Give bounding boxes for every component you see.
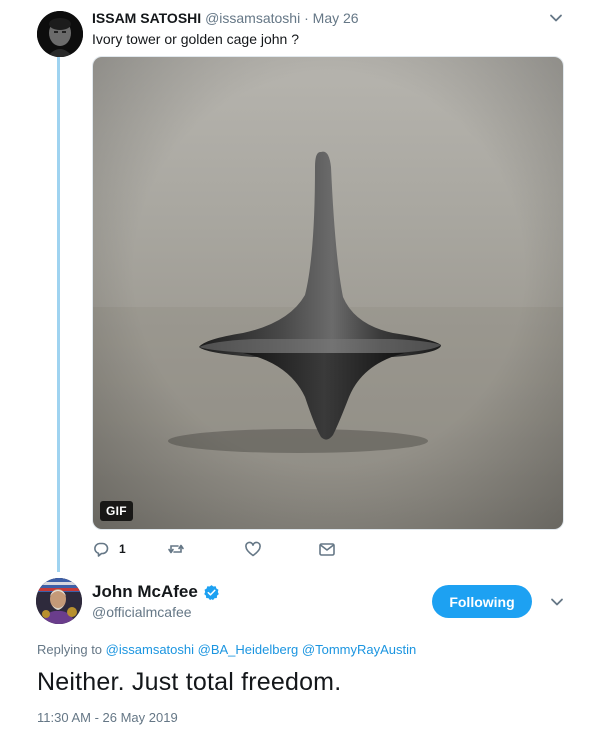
tweet-timestamp[interactable]: 11:30 AM - 26 May 2019	[37, 710, 178, 725]
header-separator: ·	[304, 10, 309, 26]
tweet-actions: 1	[92, 540, 352, 562]
mention-link[interactable]: @issamsatoshi	[106, 642, 194, 657]
replying-to: Replying to @issamsatoshi @BA_Heidelberg…	[37, 642, 416, 657]
replying-prefix: Replying to	[37, 642, 103, 657]
retweet-button[interactable]	[167, 540, 185, 558]
tweet-text: Ivory tower or golden cage john ?	[92, 31, 300, 47]
direct-message-icon	[319, 543, 335, 556]
following-button[interactable]: Following	[432, 585, 532, 618]
author-handle[interactable]: @issamsatoshi	[205, 10, 300, 26]
like-icon	[245, 541, 261, 557]
tweet-header: ISSAM SATOSHI @issamsatoshi · May 26	[92, 10, 359, 26]
spinning-top-image	[93, 57, 563, 529]
verified-badge-icon	[204, 584, 219, 600]
retweet-icon	[168, 544, 184, 554]
tweet-text: Neither. Just total freedom.	[37, 668, 342, 696]
gif-badge: GIF	[100, 501, 133, 521]
author-handle[interactable]: @officialmcafee	[92, 604, 192, 620]
author-name[interactable]: John McAfee	[92, 582, 198, 602]
thread-connector-line	[57, 57, 60, 572]
mention-link[interactable]: @TommyRayAustin	[302, 642, 416, 657]
author-name-row: John McAfee	[92, 582, 220, 602]
author-name[interactable]: ISSAM SATOSHI	[92, 10, 201, 26]
tweet-date[interactable]: May 26	[313, 10, 359, 26]
chevron-down-icon[interactable]	[548, 593, 566, 611]
reply-button[interactable]: 1	[92, 540, 126, 558]
direct-message-button[interactable]	[318, 540, 336, 558]
reply-icon	[94, 542, 109, 557]
mention-link[interactable]: @BA_Heidelberg	[198, 642, 299, 657]
like-button[interactable]	[244, 540, 262, 558]
avatar[interactable]	[36, 578, 82, 624]
tweet-media-gif[interactable]: GIF	[92, 56, 564, 530]
reply-count: 1	[119, 542, 126, 556]
avatar[interactable]	[37, 11, 83, 57]
chevron-down-icon[interactable]	[547, 9, 565, 27]
